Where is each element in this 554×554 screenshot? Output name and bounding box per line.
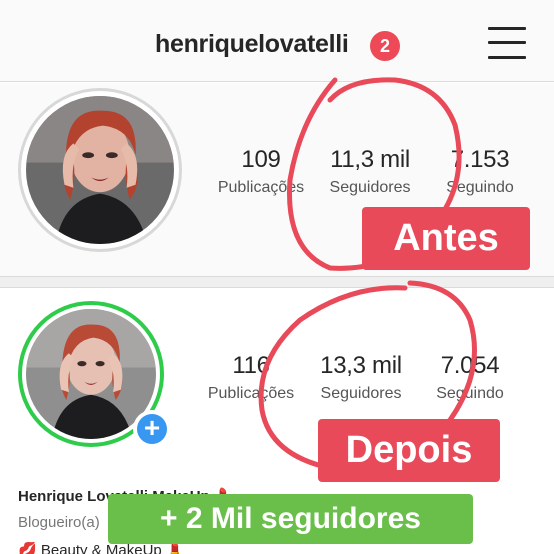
notification-badge[interactable]: 2 xyxy=(370,31,400,61)
after-tag: Depois xyxy=(318,419,500,482)
following-label: Seguindo xyxy=(446,179,514,196)
hamburger-menu-icon[interactable] xyxy=(488,25,526,61)
following-count[interactable]: 7.153 xyxy=(415,146,545,174)
profile-username: henriquelovatelli xyxy=(155,30,349,58)
before-tag: Antes xyxy=(362,207,530,270)
avatar-portrait-icon xyxy=(26,96,174,244)
following-count[interactable]: 7.054 xyxy=(405,352,535,380)
profile-avatar[interactable] xyxy=(26,96,174,244)
plus-icon: + xyxy=(137,414,167,444)
panel-divider xyxy=(0,276,554,288)
follower-gain-tag: + 2 Mil seguidores xyxy=(108,494,473,544)
profile-header: henriquelovatelli 2 xyxy=(0,0,554,82)
bio-category: Blogueiro(a) xyxy=(18,514,100,531)
following-label: Seguindo xyxy=(436,385,504,402)
add-story-button[interactable]: + xyxy=(133,410,171,448)
